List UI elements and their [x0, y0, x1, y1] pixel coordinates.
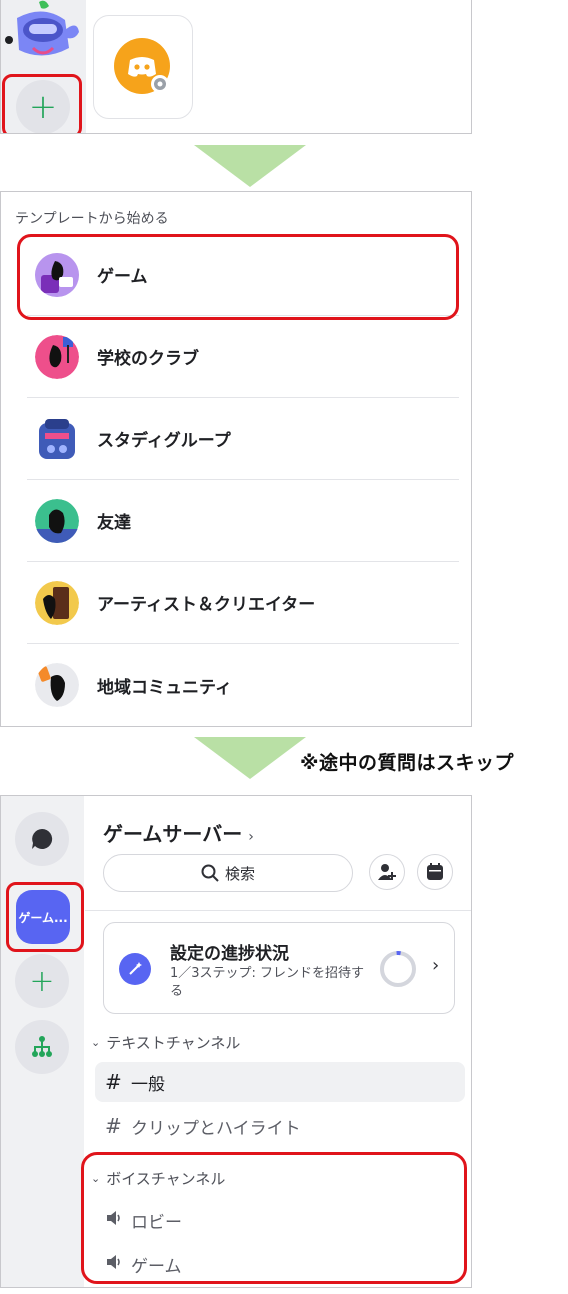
discord-logo-icon [114, 38, 170, 94]
down-arrow-1 [194, 145, 306, 187]
hashtag-icon: # [105, 1070, 122, 1094]
server-rail: ゲーム... + [1, 796, 84, 1287]
chat-bubble-icon [32, 828, 53, 849]
artists-template-icon [35, 580, 79, 625]
progress-subtitle: 1／3ステップ: フレンドを招待する [170, 966, 365, 999]
hashtag-icon: # [105, 1114, 122, 1138]
channel-clips[interactable]: # クリップとハイライト [95, 1106, 465, 1146]
template-item-study-group[interactable]: スタディグループ [27, 398, 459, 480]
template-label: 学校のクラブ [97, 349, 199, 369]
progress-ring [380, 951, 416, 987]
template-label: アーティスト＆クリエイター [97, 595, 316, 615]
friends-template-icon [35, 498, 79, 543]
template-heading: テンプレートから始める [15, 211, 169, 227]
direct-messages-button[interactable] [15, 812, 69, 866]
calendar-icon [427, 863, 443, 880]
events-button[interactable] [417, 854, 453, 890]
server-title[interactable]: ゲームサーバー › [103, 818, 254, 847]
chevron-down-icon: ⌄ [91, 1036, 101, 1049]
setup-progress-card[interactable]: 設定の進捗状況 1／3ステップ: フレンドを招待する › [103, 922, 455, 1014]
search-label: 検索 [224, 864, 255, 883]
wumpus-mascot-icon [5, 0, 79, 56]
template-item-school-club[interactable]: 学校のクラブ [27, 316, 459, 398]
down-arrow-2 [194, 737, 306, 779]
channel-name: 一般 [131, 1074, 165, 1095]
hub-tree-icon [32, 1036, 52, 1057]
category-label: テキストチャンネル [106, 1034, 241, 1052]
text-channel-category[interactable]: ⌄ テキストチャンネル [91, 1032, 240, 1053]
game-template-highlight [17, 234, 459, 320]
local-community-template-icon [35, 663, 79, 707]
chevron-right-icon: › [432, 955, 440, 976]
voice-channels-highlight [81, 1152, 467, 1284]
server-view-panel: ゲーム... + ゲームサーバー › 検索 設定の進捗状況 1／3ステップ: フレ… [0, 795, 472, 1288]
template-label: スタディグループ [97, 431, 231, 451]
school-club-template-icon [35, 334, 79, 379]
skip-note: ※途中の質問はスキップ [300, 752, 514, 774]
game-server-highlight [6, 882, 84, 952]
add-server-highlight [2, 74, 82, 133]
template-label: 友達 [97, 513, 131, 533]
template-label: 地域コミュニティ [97, 677, 232, 698]
discord-app-tile[interactable] [93, 15, 193, 119]
discover-servers-button[interactable] [15, 1020, 69, 1074]
magic-wand-icon [119, 953, 151, 985]
channel-name: クリップとハイライト [131, 1118, 301, 1139]
search-button[interactable]: 検索 [103, 854, 353, 892]
search-icon [201, 864, 219, 882]
channel-general[interactable]: # 一般 [95, 1062, 465, 1102]
chevron-right-icon: › [248, 829, 254, 845]
add-server-button[interactable]: + [15, 954, 69, 1008]
add-member-icon [378, 864, 396, 880]
template-item-local-community[interactable]: 地域コミュニティ [27, 644, 459, 726]
progress-title: 設定の進捗状況 [170, 944, 289, 964]
template-picker-panel: テンプレートから始める ゲーム 学校のクラブ スタディグループ 友達 アーティス… [0, 191, 472, 727]
server-rail-panel: + [0, 0, 472, 134]
study-group-template-icon [35, 417, 79, 461]
server-name: ゲームサーバー [103, 822, 243, 846]
invite-button[interactable] [369, 854, 405, 890]
header-divider [85, 910, 471, 911]
template-item-friends[interactable]: 友達 [27, 480, 459, 562]
template-item-artists[interactable]: アーティスト＆クリエイター [27, 562, 459, 644]
